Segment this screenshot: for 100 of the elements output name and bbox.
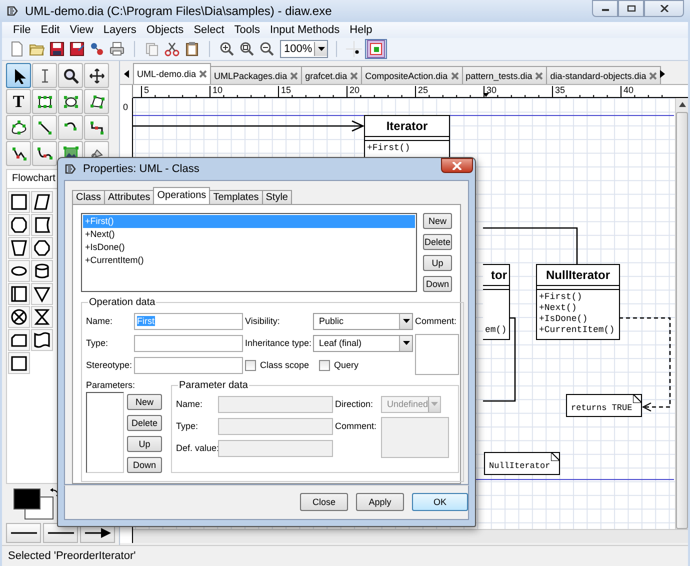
button[interactable]: Delete [127,414,162,431]
move-button[interactable] [84,63,109,88]
beziergon-tool-button[interactable] [6,115,31,140]
document-tab[interactable]: grafcet.dia [301,66,362,84]
parameters-list[interactable] [86,392,124,473]
list-item[interactable]: +CurrentItem() [83,254,415,267]
button[interactable]: New [127,394,162,410]
checkbox[interactable] [319,360,330,371]
parallelogram-shape-button[interactable] [31,191,53,213]
button[interactable]: Apply [356,493,404,512]
menu-item[interactable]: Tools [234,24,260,36]
menu-item[interactable]: Input Methods [270,24,340,36]
document-tab[interactable]: CompositeAction.dia [361,66,463,84]
cylinder-shape-button[interactable] [31,260,53,282]
operations-list[interactable]: +First() +Next() +IsDone() +CurrentItem() [81,212,417,292]
menu-item[interactable]: File [13,24,31,36]
menu-item[interactable]: Objects [146,24,184,36]
trapezoid-shape-button[interactable] [8,237,30,259]
line-tool-button[interactable] [32,115,57,140]
tab[interactable]: Class [72,190,106,204]
dropdown[interactable]: Public [313,312,413,330]
text-cursor-button[interactable] [32,63,57,88]
rounded-box-shape-button[interactable] [8,329,30,351]
button[interactable]: Up [127,436,162,452]
note[interactable]: NullIterator [484,452,560,475]
framed-box-shape-button[interactable] [8,283,30,305]
text-tool-button[interactable]: T [6,89,31,114]
menu-item[interactable]: Edit [40,24,60,36]
input-field[interactable] [218,440,333,457]
dropdown[interactable]: Leaf (final) [313,334,413,352]
menu-item[interactable]: Help [350,24,372,36]
tab[interactable]: Attributes [104,190,154,204]
close-button[interactable] [441,158,473,173]
document-tab[interactable]: pattern_tests.dia [462,66,548,84]
ellipse-tool-button[interactable] [58,89,83,114]
button[interactable]: Down [423,276,452,292]
process-shape-button[interactable] [8,191,30,213]
polygon-tool-button[interactable] [84,89,109,114]
button[interactable]: Down [127,456,162,473]
print-button[interactable] [108,40,126,58]
snap-button[interactable] [365,39,387,59]
triangle-shape-button[interactable] [31,283,53,305]
circle-cross-shape-button[interactable] [8,306,30,328]
rounded-octagon-shape-button[interactable] [31,237,53,259]
tab[interactable]: Templates [209,190,263,204]
input-field[interactable] [218,418,333,435]
document-tab[interactable]: UMLPackages.dia [210,66,302,84]
menu-item[interactable]: View [70,24,94,36]
document-tab[interactable]: UML-demo.dia [133,63,212,84]
comment-field[interactable] [381,416,449,458]
open-box-shape-icon [10,354,28,372]
button[interactable]: Close [300,493,348,512]
magnifier-button[interactable] [58,63,83,88]
zoom-combo[interactable]: 100% [280,40,328,58]
input-field[interactable] [134,334,243,352]
minimize-button[interactable] [592,0,618,17]
hourglass-shape-button[interactable] [31,306,53,328]
close-button[interactable] [644,0,684,17]
menu-item[interactable]: Select [194,24,224,36]
note[interactable]: returns TRUE [566,394,642,417]
button[interactable]: Delete [423,234,452,250]
button[interactable]: New [423,212,452,229]
octagon-shape-button[interactable] [8,214,30,236]
button[interactable]: Up [423,254,452,271]
tab[interactable]: Operations [153,186,210,204]
pointer-button[interactable] [6,63,31,88]
checkbox[interactable] [245,360,256,371]
class-box[interactable]: tor em() [483,264,510,340]
line-start-button[interactable] [6,523,41,543]
scissors-button[interactable] [163,40,181,58]
menu-item[interactable]: Layers [103,24,136,36]
list-item[interactable]: +IsDone() [83,240,415,254]
box-tool-button[interactable] [32,89,57,114]
zigzag-tool-button[interactable] [84,115,109,140]
save-as-button[interactable] [68,40,86,58]
document-tab[interactable]: dia-standard-objects.dia [546,66,662,84]
ellipse-shape-button[interactable] [8,260,30,282]
tab[interactable]: Style [262,190,292,204]
save-button[interactable] [48,40,66,58]
grid-button[interactable] [345,40,363,58]
horizontal-scrollbar[interactable] [133,529,688,543]
zoom-in-button[interactable] [218,40,236,58]
polyline-tool-button[interactable] [6,141,31,166]
zoom-out-button[interactable] [258,40,276,58]
curved-shape-button[interactable] [31,214,53,236]
maximize-button[interactable] [618,0,644,17]
zoom-fit-button[interactable] [238,40,256,58]
input-field[interactable] [134,356,243,374]
list-item[interactable]: +Next() [83,228,415,241]
button[interactable]: OK [412,493,468,512]
document-shape-icon [33,331,51,349]
comment-field[interactable] [415,334,459,375]
open-box-shape-button[interactable] [8,352,30,374]
document-shape-button[interactable] [31,329,53,351]
class-box[interactable]: NullIterator +First() +Next() +IsDone() +CurrentItem() [536,264,620,340]
arc-tool-button[interactable] [58,115,83,140]
clipboard-button[interactable] [183,40,201,58]
bezier-tool-button[interactable] [32,141,57,166]
checkbox-label: Class scope [260,360,310,370]
class-box[interactable]: Iterator +First() [364,115,450,158]
